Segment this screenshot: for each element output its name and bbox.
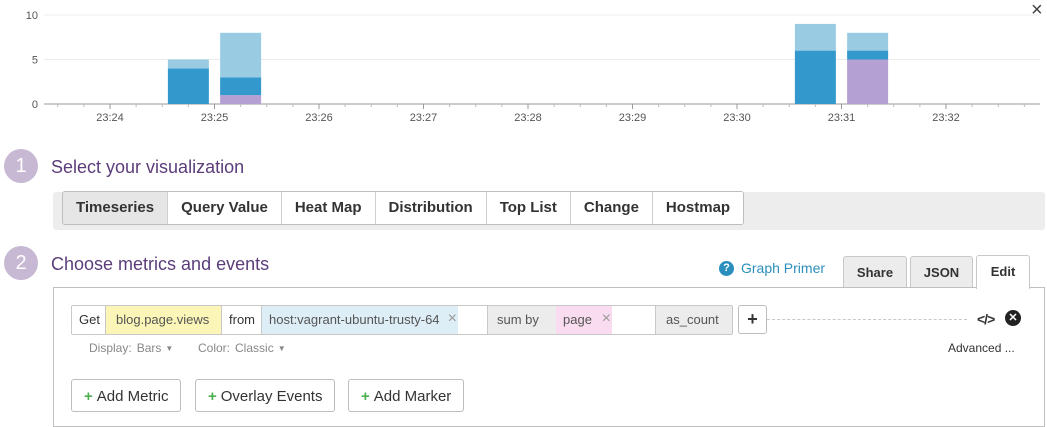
host-tag[interactable]: host:vagrant-ubuntu-trusty-64 × [262,306,458,334]
plus-icon: + [84,388,93,405]
tab-share[interactable]: Share [843,256,907,288]
divider [767,319,967,320]
step-1-title: Select your visualization [51,157,245,177]
remove-query-icon[interactable]: ✕ [1005,310,1021,326]
x-tick-label: 23:26 [305,112,333,124]
metric-selector[interactable]: blog.page.views [106,306,222,334]
overlay-events-button[interactable]: + Overlay Events [195,379,336,412]
host-tag-label: host:vagrant-ubuntu-trusty-64 [269,312,440,327]
timeseries-chart: 0 5 10 23:24 23:25 23:26 23:27 23:28 23:29 23:30 2… [26,10,1040,124]
viz-distribution-button[interactable]: Distribution [375,192,487,224]
chevron-down-icon: ▼ [165,344,174,354]
viz-query-value-button[interactable]: Query Value [168,192,282,224]
viz-hostmap-button[interactable]: Hostmap [652,192,744,224]
group-input[interactable] [612,306,656,334]
bar-segment[interactable] [220,95,262,104]
remove-group-icon[interactable]: × [602,305,611,333]
plus-icon: + [208,388,217,405]
color-label: Color: [198,341,231,355]
x-tick-label: 23:28 [514,112,542,124]
x-tick-label: 23:25 [201,112,229,124]
scope-input[interactable] [458,306,488,334]
get-label: Get [72,306,106,334]
display-value[interactable]: Bars [137,341,162,355]
display-label: Display: [89,341,132,355]
group-tag-label: page [563,312,592,327]
group-tag[interactable]: page × [556,306,612,334]
display-option[interactable]: Display: Bars ▼ [89,341,173,355]
bar-segment[interactable] [220,77,262,96]
advanced-link[interactable]: Advanced ... [948,341,1015,355]
x-tick-label: 23:27 [410,112,438,124]
color-option[interactable]: Color: Classic ▼ [198,341,286,355]
y-tick-label: 0 [32,99,38,111]
bar-segment[interactable] [794,50,836,104]
from-label: from [222,306,262,334]
graph-primer-link[interactable]: ? Graph Primer [719,260,825,276]
tab-json[interactable]: JSON [910,256,973,288]
x-tick-label: 23:32 [932,112,960,124]
bar-segment[interactable] [847,59,889,105]
add-marker-label: Add Marker [373,388,452,405]
query-row: Get blog.page.views from host:vagrant-ub… [71,305,733,335]
y-tick-label: 5 [32,55,38,67]
bar-segment[interactable] [220,32,262,78]
step-2-title: Choose metrics and events [51,254,270,274]
question-icon: ? [719,260,734,276]
x-tick-label: 23:29 [619,112,647,124]
overlay-events-label: Overlay Events [220,388,323,405]
add-marker-button[interactable]: + Add Marker [348,379,465,412]
visualization-selector: Timeseries Query Value Heat Map Distribu… [62,191,745,225]
graph-primer-label: Graph Primer [741,260,826,276]
bar-segment[interactable] [847,50,889,60]
remove-host-icon[interactable]: × [448,305,457,333]
chevron-down-icon: ▼ [277,344,286,354]
bar-segment[interactable] [847,32,889,51]
color-value[interactable]: Classic [235,341,274,355]
tab-edit[interactable]: Edit [976,255,1030,289]
x-tick-label: 23:31 [828,112,856,124]
y-tick-label: 10 [26,10,38,22]
step-2-badge: 2 [4,246,38,280]
viz-heat-map-button[interactable]: Heat Map [281,192,376,224]
bar-segment[interactable] [167,68,209,104]
function-selector[interactable]: as_count [656,306,732,334]
x-tick-label: 23:24 [96,112,124,124]
bar-segment[interactable] [794,23,836,51]
step-1-badge: 1 [4,149,38,183]
add-metric-button[interactable]: + Add Metric [71,379,182,412]
viz-timeseries-button[interactable]: Timeseries [63,192,169,224]
add-metric-label: Add Metric [96,388,169,405]
close-icon[interactable]: × [1031,0,1043,20]
viz-change-button[interactable]: Change [570,192,653,224]
bar-segment[interactable] [167,59,209,69]
code-icon[interactable]: </> [977,311,995,327]
plus-icon: + [361,388,370,405]
x-tick-label: 23:30 [723,112,751,124]
sum-by-label: sum by [488,306,556,334]
viz-top-list-button[interactable]: Top List [486,192,571,224]
add-function-button[interactable]: + [738,305,767,334]
